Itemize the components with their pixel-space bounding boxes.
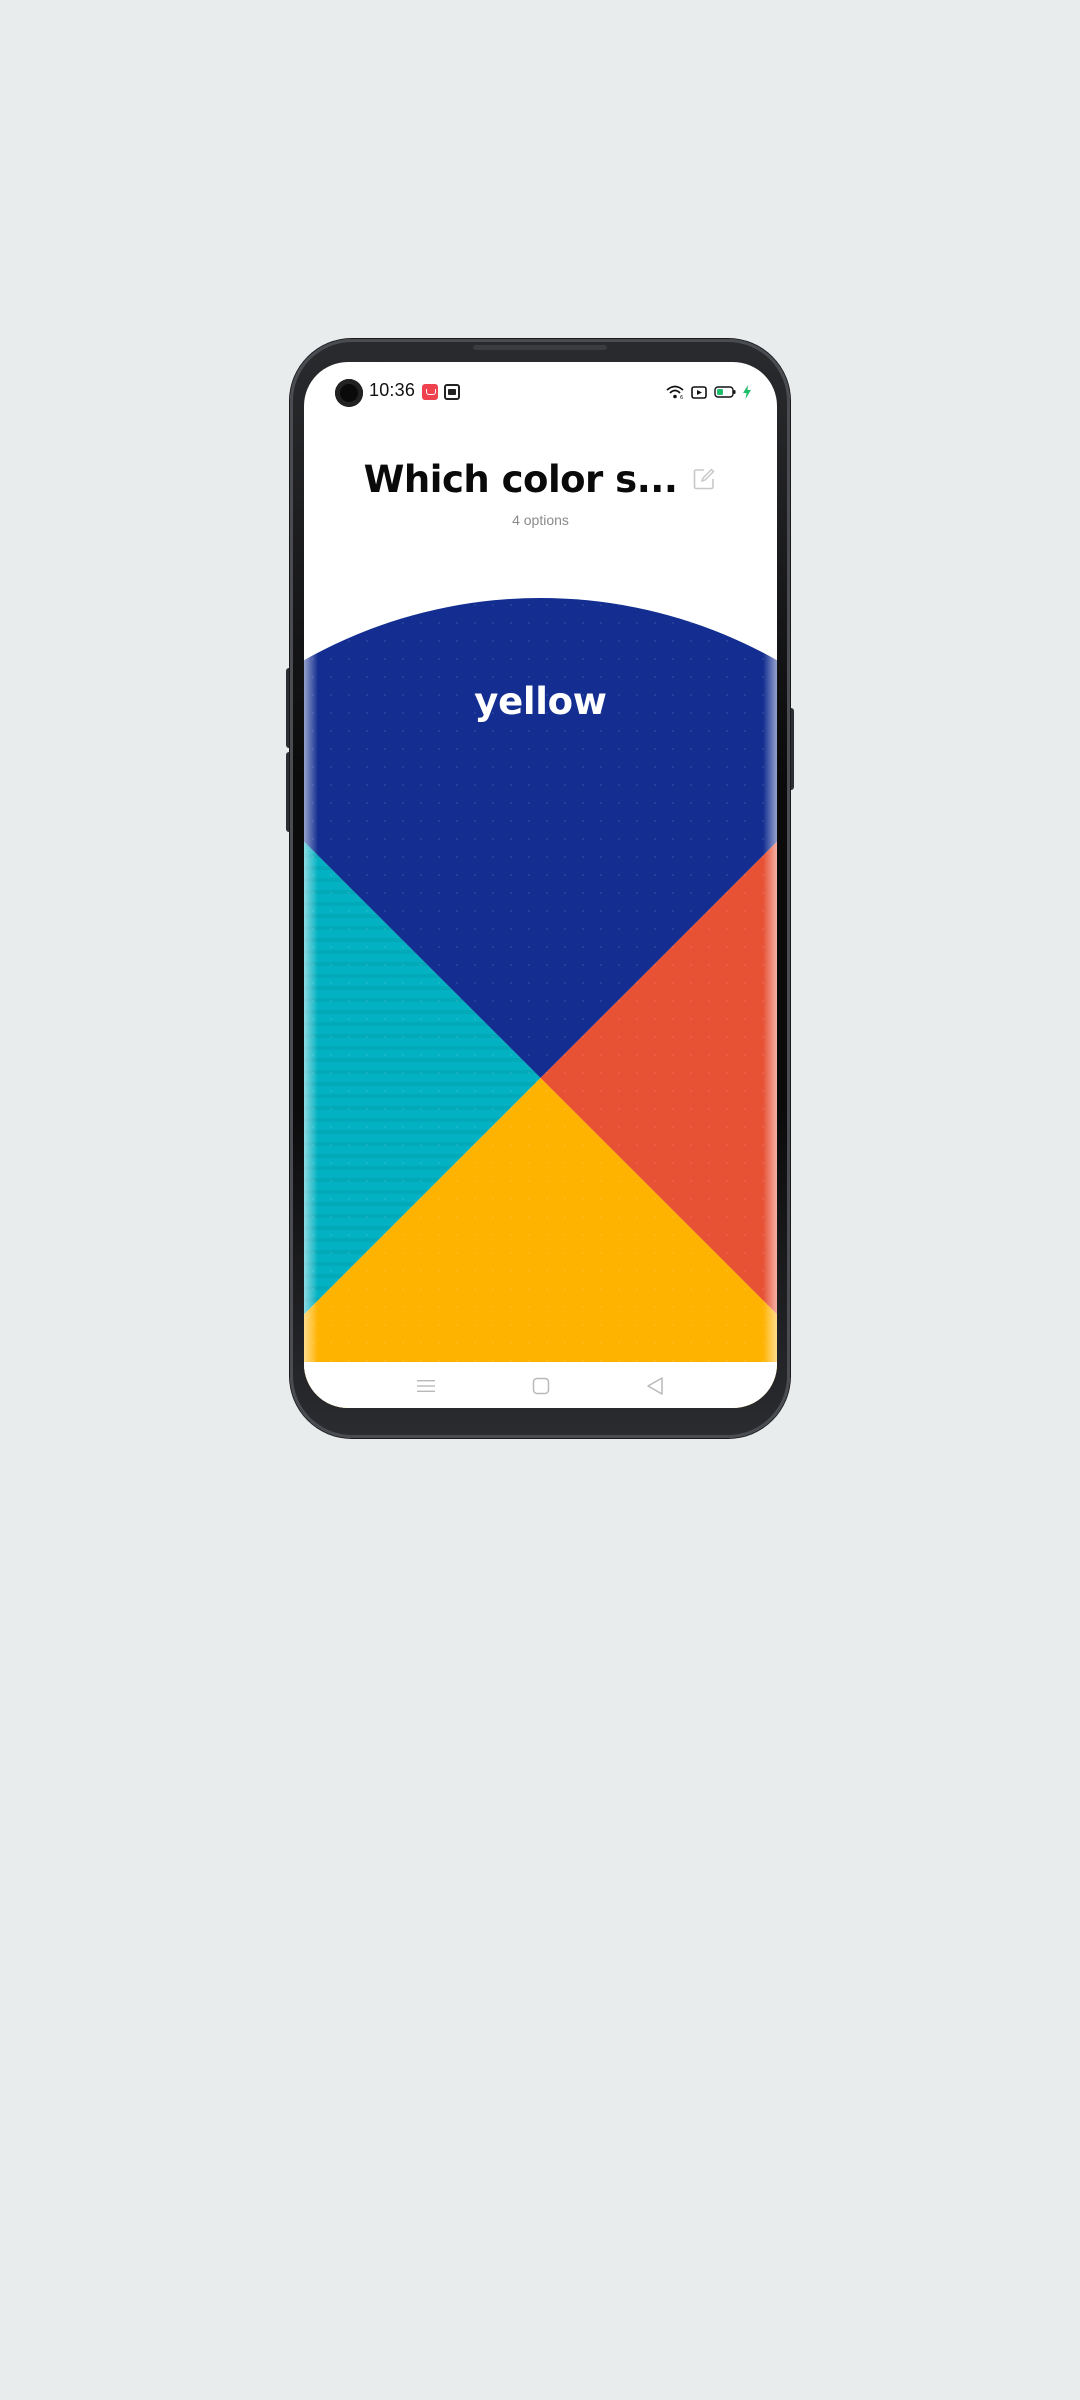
selected-option-label: yellow: [474, 680, 607, 723]
options-count: 4 options: [512, 512, 569, 528]
navigation-bar: [304, 1362, 777, 1408]
status-bar: 10:36 6: [304, 362, 777, 422]
status-icons: 6: [666, 381, 751, 403]
svg-text:6: 6: [680, 395, 683, 399]
home-icon[interactable]: [529, 1374, 553, 1398]
menu-icon[interactable]: [414, 1374, 438, 1398]
cast-icon: [691, 385, 707, 399]
status-time: 10:36: [369, 380, 416, 400]
notification-app-icon: [422, 384, 438, 400]
charging-icon: [743, 385, 751, 399]
notification-gallery-icon: [444, 384, 460, 400]
stage: yellow 10:36 6 Which color s... 4 option…: [0, 0, 1080, 2400]
earpiece-speaker: [473, 345, 607, 350]
camera-icon: [335, 379, 363, 407]
edit-icon[interactable]: [691, 466, 717, 492]
wifi-icon: 6: [666, 385, 684, 399]
back-icon[interactable]: [643, 1374, 667, 1398]
header: Which color s...: [304, 454, 777, 504]
phone-screen: yellow 10:36 6 Which color s... 4 option…: [304, 362, 777, 1408]
page-title: Which color s...: [363, 457, 678, 501]
battery-icon: [714, 386, 736, 398]
